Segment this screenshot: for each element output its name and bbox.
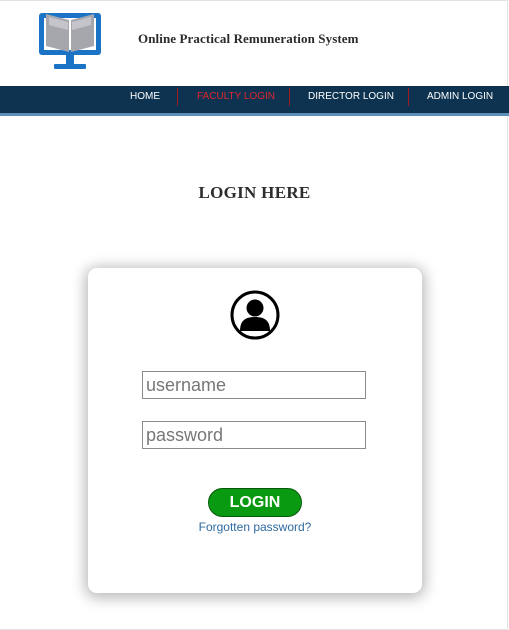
nav-home[interactable]: HOME bbox=[130, 86, 160, 113]
nav-divider bbox=[177, 88, 178, 106]
username-input[interactable] bbox=[142, 371, 366, 399]
forgot-password-link[interactable]: Forgotten password? bbox=[88, 520, 422, 534]
main-navbar: HOME FACULTY LOGIN DIRECTOR LOGIN ADMIN … bbox=[0, 86, 509, 116]
site-title: Online Practical Remuneration System bbox=[138, 31, 359, 46]
site-header: Online Practical Remuneration System bbox=[0, 0, 509, 86]
nav-divider bbox=[289, 88, 290, 106]
nav-director-login[interactable]: DIRECTOR LOGIN bbox=[308, 86, 394, 113]
password-input[interactable] bbox=[142, 421, 366, 449]
nav-faculty-login[interactable]: FACULTY LOGIN bbox=[197, 86, 275, 113]
login-card: LOGIN Forgotten password? bbox=[88, 268, 422, 593]
page-title: LOGIN HERE bbox=[198, 183, 311, 202]
user-avatar-icon bbox=[230, 290, 280, 340]
book-monitor-icon[interactable] bbox=[38, 10, 102, 72]
nav-divider bbox=[408, 88, 409, 106]
login-button[interactable]: LOGIN bbox=[208, 488, 302, 517]
nav-admin-login[interactable]: ADMIN LOGIN bbox=[427, 86, 493, 113]
